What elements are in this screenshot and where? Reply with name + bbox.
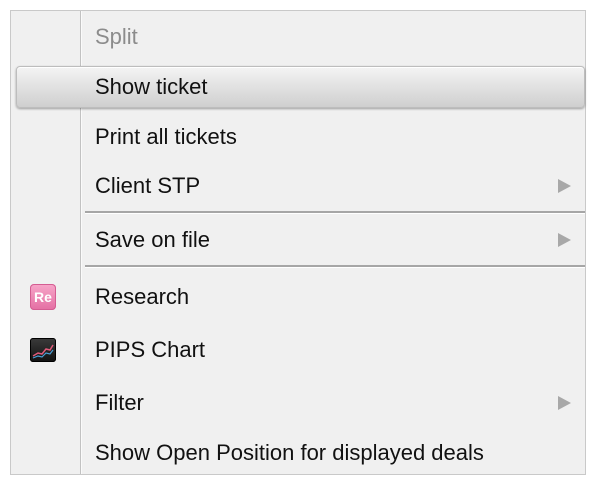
menu-separator (85, 265, 585, 268)
menu-item-client-stp[interactable]: Client STP (11, 163, 585, 209)
menu-item-filter[interactable]: Filter (11, 380, 585, 426)
menu-item-show-ticket-label: Show ticket (95, 74, 208, 99)
menu-item-print-all-tickets[interactable]: Print all tickets (11, 114, 585, 160)
menu-separator (85, 211, 585, 214)
menu-item-save-on-file-label: Save on file (95, 227, 210, 252)
pips-chart-icon (30, 338, 56, 362)
menu-item-pips-chart-label: PIPS Chart (95, 337, 206, 362)
submenu-arrow-icon (558, 233, 571, 247)
submenu-arrow-icon (558, 396, 571, 410)
menu-item-client-stp-label: Client STP (95, 173, 201, 198)
menu-item-research-label: Research (95, 284, 190, 309)
context-menu: Split Show ticket Print all tickets Clie… (10, 10, 586, 475)
menu-item-print-all-tickets-label: Print all tickets (95, 124, 237, 149)
menu-item-split[interactable]: Split (11, 14, 585, 60)
research-icon: Re (30, 284, 56, 310)
menu-item-split-label: Split (95, 24, 138, 49)
menu-item-save-on-file[interactable]: Save on file (11, 217, 585, 263)
research-icon-text: Re (34, 289, 52, 305)
menu-item-show-ticket[interactable]: Show ticket (11, 64, 585, 110)
submenu-arrow-icon (558, 179, 571, 193)
menu-item-show-open-position[interactable]: Show Open Position for displayed deals (11, 430, 585, 476)
menu-item-pips-chart[interactable]: PIPS Chart (11, 327, 585, 373)
menu-item-filter-label: Filter (95, 390, 144, 415)
pips-chart-icon-graphic (32, 344, 54, 359)
menu-item-research[interactable]: Re Research (11, 274, 585, 320)
menu-item-show-open-position-label: Show Open Position for displayed deals (95, 440, 484, 465)
